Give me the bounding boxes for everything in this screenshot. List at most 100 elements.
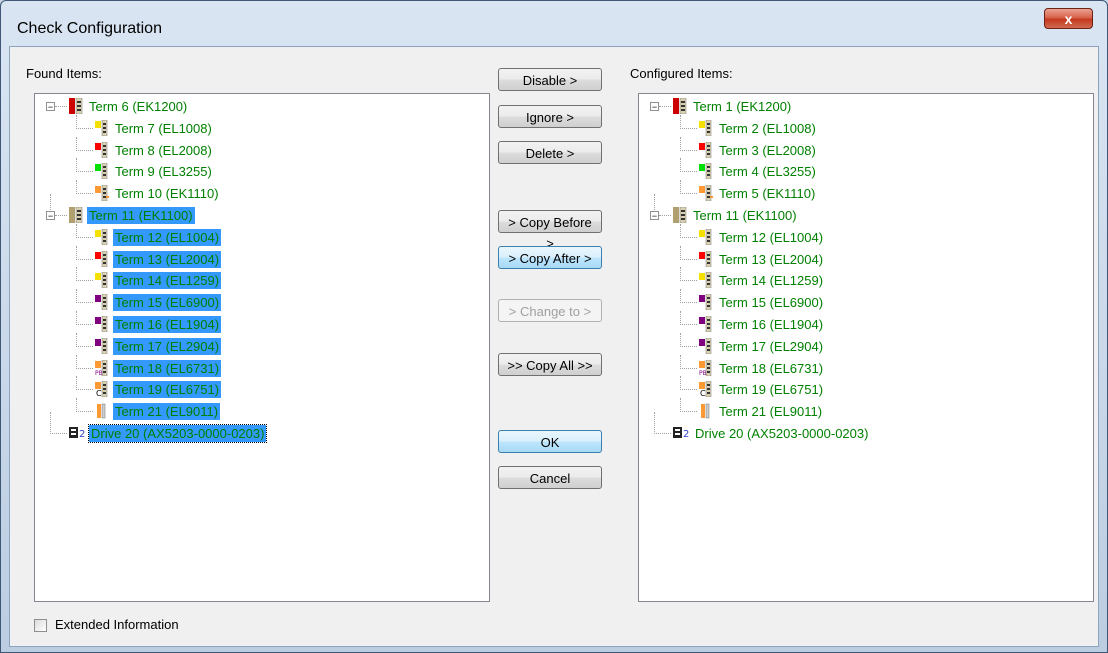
tree-node[interactable]: Term 15 (EL6900): [35, 289, 485, 312]
tree-node-label: Term 11 (EK1100): [87, 207, 195, 224]
tree-node[interactable]: Term 12 (EL1004): [639, 223, 1089, 247]
tree-node-label: Term 17 (EL2904): [113, 337, 222, 355]
tree-node-label: Term 17 (EL2904): [719, 338, 824, 354]
tree-node-label: Term 13 (EL2004): [719, 251, 824, 267]
tree-node[interactable]: Term 16 (EL1904): [639, 311, 1089, 334]
collapse-icon[interactable]: −: [650, 102, 659, 112]
tree-node-label: Term 14 (EL1259): [719, 273, 824, 289]
tree-connector: [680, 180, 681, 195]
tree-node-label: Term 1 (EK1200): [693, 99, 792, 114]
tree-node[interactable]: Term 15 (EL6900): [639, 289, 1089, 312]
collapse-icon[interactable]: −: [46, 211, 55, 221]
terminal-end-icon: [699, 403, 713, 419]
tree-node-label: Term 8 (EL2008): [115, 142, 212, 158]
terminal-yellow-icon: [95, 119, 109, 137]
tree-connector: [76, 158, 77, 173]
cancel-button[interactable]: Cancel: [498, 466, 602, 489]
disable-button[interactable]: Disable >: [498, 68, 602, 91]
tree-node[interactable]: Term 8 (EL2008): [35, 136, 485, 160]
terminal-purple-icon: [95, 337, 109, 355]
tree-node[interactable]: Term 4 (EL3255): [639, 158, 1089, 181]
tree-node[interactable]: Term 10 (EK1110): [35, 180, 485, 203]
tree-connector: [76, 236, 93, 238]
tree-connector: [680, 324, 697, 325]
tree-node[interactable]: − Term 1 (EK1200): [639, 97, 1089, 116]
tree-connector: [659, 106, 671, 107]
close-button[interactable]: x: [1044, 8, 1093, 29]
tree-connector: [680, 354, 681, 369]
copy-before-button[interactable]: > Copy Before >: [498, 210, 602, 251]
tree-node-label: Term 9 (EL3255): [115, 164, 212, 180]
terminal-red-icon: [95, 141, 109, 158]
tree-node[interactable]: 2 Drive 20 (AX5203-0000-0203): [639, 412, 1089, 443]
collapse-icon[interactable]: −: [650, 211, 659, 221]
tree-node[interactable]: Term 13 (EL2004): [35, 245, 485, 269]
delete-button[interactable]: Delete >: [498, 141, 602, 164]
tree-node[interactable]: Term 12 (EL1004): [35, 223, 485, 247]
ignore-button[interactable]: Ignore >: [498, 105, 602, 128]
tree-node[interactable]: Term 13 (EL2004): [639, 245, 1089, 269]
terminal-green-icon: [699, 163, 713, 180]
tree-connector: [680, 411, 697, 413]
terminal-red-icon: [699, 141, 713, 158]
svg-text:C: C: [700, 389, 706, 397]
tree-node[interactable]: − Term 6 (EK1200): [35, 97, 485, 116]
tree-node[interactable]: − Term 11 (EK1100): [639, 194, 1089, 225]
tree-node[interactable]: Term 16 (EL1904): [35, 311, 485, 334]
tree-node[interactable]: 2 Drive 20 (AX5203-0000-0203): [35, 412, 485, 443]
collapse-icon[interactable]: −: [46, 102, 55, 112]
tree-node-label: Term 18 (EL6731): [719, 360, 824, 376]
tree-node-label: Term 18 (EL6731): [113, 359, 222, 377]
tree-connector: [680, 289, 681, 304]
tree-connector: [76, 258, 93, 260]
tree-node[interactable]: − Term 11 (EK1100): [35, 194, 485, 225]
tree-connector: [76, 324, 93, 325]
tree-node[interactable]: Term 9 (EL3255): [35, 158, 485, 181]
svg-text:2: 2: [683, 429, 689, 440]
tree-node[interactable]: Term 21 (EL9011): [35, 398, 485, 421]
tree-connector: [76, 411, 93, 413]
tree-node-label: Term 10 (EK1110): [115, 186, 219, 202]
check-configuration-dialog: Check Configuration x Found Items: Confi…: [0, 0, 1108, 653]
tree-connector: [50, 433, 67, 434]
tree-node[interactable]: PB Term 18 (EL6731): [639, 354, 1089, 378]
tree-node-label: Term 16 (EL1904): [719, 317, 824, 332]
drive-icon: 2: [673, 425, 689, 441]
ok-button[interactable]: OK: [498, 430, 602, 453]
tree-node[interactable]: Term 2 (EL1008): [639, 114, 1089, 138]
tree-node[interactable]: Term 14 (EL1259): [35, 267, 485, 290]
extended-information-checkbox[interactable]: [34, 619, 47, 632]
tree-node[interactable]: Term 17 (EL2904): [35, 332, 485, 356]
tree-node[interactable]: C Term 19 (EL6751): [35, 376, 485, 399]
found-items-tree[interactable]: − Term 6 (EK1200) Term 7 (EL1008) Term 8 (E…: [34, 93, 490, 602]
tree-connector: [680, 236, 697, 238]
drive-icon: 2: [69, 425, 85, 441]
configured-items-tree[interactable]: − Term 1 (EK1200) Term 2 (EL1008) Term 3 (E…: [638, 93, 1094, 602]
tree-node[interactable]: C Term 19 (EL6751): [639, 376, 1089, 399]
copy-after-button[interactable]: > Copy After >: [498, 246, 602, 269]
title-bar[interactable]: Check Configuration x: [1, 1, 1107, 39]
tree-connector: [76, 389, 93, 391]
tree-connector: [50, 412, 51, 434]
terminal-yellow-icon: [699, 272, 713, 289]
tree-connector: [76, 136, 77, 151]
change-to-button[interactable]: > Change to >: [498, 299, 602, 322]
terminal-c-icon: C: [699, 381, 713, 398]
tree-node[interactable]: Term 5 (EK1110): [639, 180, 1089, 203]
tree-node-label: Term 19 (EL6751): [719, 382, 824, 398]
copy-all-button[interactable]: >> Copy All >>: [498, 353, 602, 376]
tree-connector: [76, 311, 77, 325]
tree-node[interactable]: Term 3 (EL2008): [639, 136, 1089, 160]
tree-connector: [76, 367, 93, 369]
tree-connector: [76, 193, 93, 195]
tree-connector: [76, 245, 77, 260]
terminal-orange-ext-icon: [699, 184, 713, 202]
tree-node[interactable]: Term 21 (EL9011): [639, 398, 1089, 421]
terminal-yellow-icon: [699, 228, 713, 246]
tree-connector: [76, 171, 93, 173]
tree-node[interactable]: Term 14 (EL1259): [639, 267, 1089, 290]
tree-node[interactable]: PB Term 18 (EL6731): [35, 354, 485, 378]
configured-items-label: Configured Items:: [630, 66, 733, 81]
tree-node[interactable]: Term 17 (EL2904): [639, 332, 1089, 356]
tree-node[interactable]: Term 7 (EL1008): [35, 114, 485, 138]
